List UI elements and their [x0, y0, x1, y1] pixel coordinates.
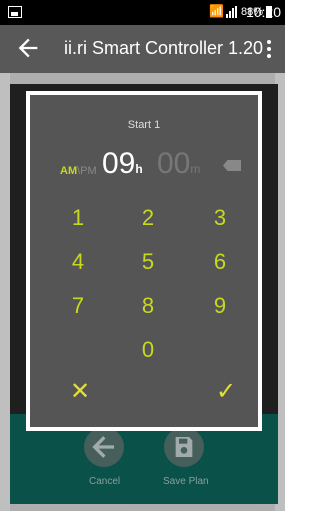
key-9[interactable]: 9 — [200, 293, 240, 319]
key-5[interactable]: 5 — [128, 249, 168, 275]
key-4[interactable]: 4 — [58, 249, 98, 275]
minutes-value[interactable]: 00m — [157, 147, 200, 181]
minutes-number: 00 — [157, 147, 191, 180]
hours-value[interactable]: 09h — [102, 147, 143, 181]
am-pm-toggle[interactable]: AM\PM — [60, 165, 97, 177]
am-option[interactable]: AM — [60, 165, 77, 177]
key-8[interactable]: 8 — [128, 293, 168, 319]
app-bar: ii.ri Smart Controller 1.20 — [0, 25, 285, 73]
hours-number: 09 — [102, 147, 136, 180]
minutes-unit: m — [190, 162, 201, 176]
key-0[interactable]: 0 — [128, 337, 168, 363]
key-1[interactable]: 1 — [58, 205, 98, 231]
key-6[interactable]: 6 — [200, 249, 240, 275]
wifi-icon: 📶 — [209, 4, 224, 18]
dialog-label: Start 1 — [127, 119, 161, 131]
time-display: AM\PM 09h 00m — [50, 145, 250, 185]
backspace-icon[interactable] — [223, 160, 241, 171]
overflow-menu-icon[interactable] — [267, 40, 271, 58]
clock: 10:20 — [245, 4, 281, 20]
key-2[interactable]: 2 — [128, 205, 168, 231]
key-3[interactable]: 3 — [200, 205, 240, 231]
back-arrow-icon[interactable] — [14, 34, 42, 62]
signal-icon — [226, 6, 238, 18]
key-7[interactable]: 7 — [58, 293, 98, 319]
page-title: ii.ri Smart Controller 1.20 — [64, 38, 264, 58]
check-icon[interactable]: ✓ — [216, 377, 236, 406]
image-icon — [8, 6, 22, 18]
pm-option[interactable]: PM — [80, 165, 97, 177]
time-picker-dialog: Start 1 AM\PM 09h 00m 1 2 3 4 5 6 7 8 9 … — [26, 91, 262, 431]
status-bar: 📶 88% 10:20 — [0, 0, 285, 25]
cancel-icon[interactable]: ✕ — [70, 377, 90, 406]
hours-unit: h — [135, 162, 143, 176]
